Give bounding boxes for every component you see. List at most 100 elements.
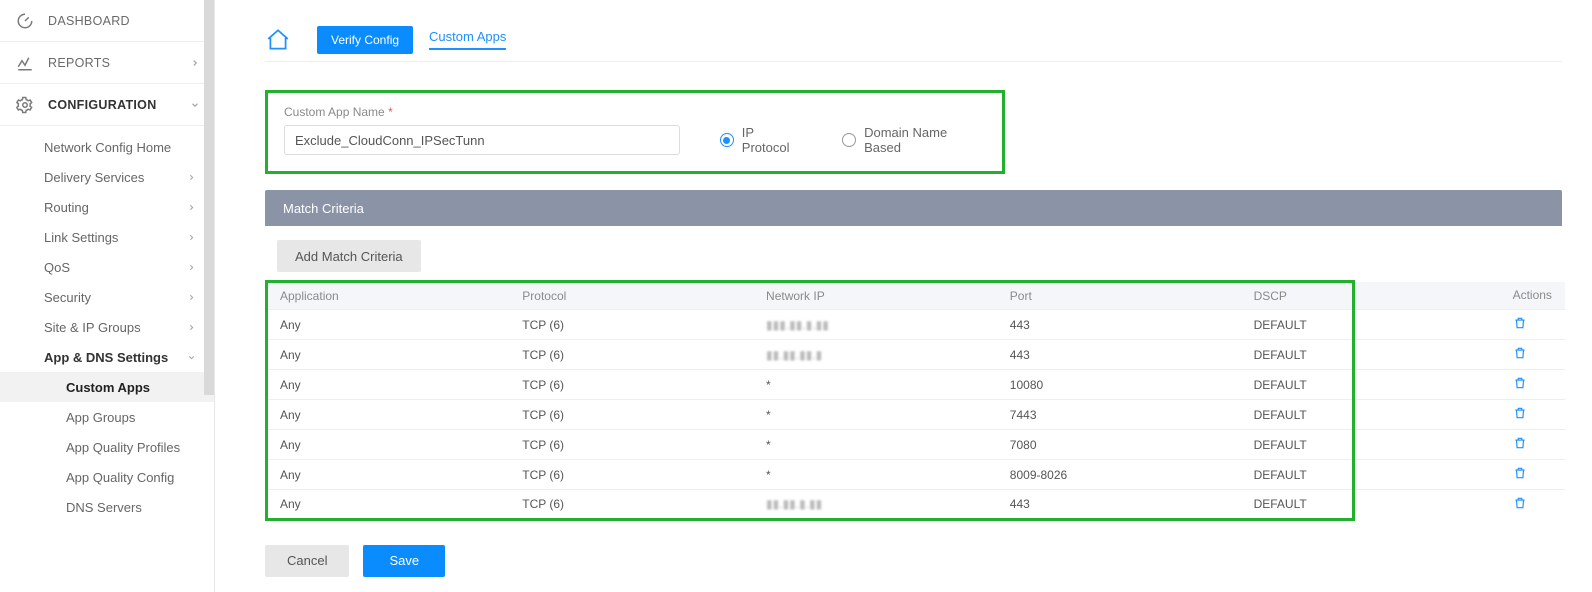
breadcrumb-custom-apps[interactable]: Custom Apps [429, 29, 506, 50]
sidebar-leaf-app-quality-profiles[interactable]: App Quality Profiles [0, 432, 214, 462]
sidebar-reports-label: REPORTS [48, 56, 110, 70]
home-icon[interactable] [265, 27, 291, 53]
chevron-right-icon [187, 293, 196, 302]
sidebar-item-label: Security [44, 290, 91, 305]
sidebar-leaf-custom-apps[interactable]: Custom Apps [0, 372, 214, 402]
col-application: Application [267, 282, 511, 310]
sidebar-config-subnav: Network Config Home Delivery Services Ro… [0, 126, 214, 522]
sidebar-dashboard-label: DASHBOARD [48, 14, 130, 28]
cell-dscp: DEFAULT [1242, 430, 1354, 460]
radio-domain-name-based-label: Domain Name Based [864, 125, 986, 155]
save-button[interactable]: Save [363, 545, 445, 577]
cell-actions [1501, 430, 1565, 460]
radio-ip-protocol-label: IP Protocol [742, 125, 804, 155]
sidebar-item-security[interactable]: Security [0, 282, 214, 312]
app-type-radio-group: IP Protocol Domain Name Based [720, 125, 986, 155]
trash-icon[interactable] [1513, 349, 1527, 363]
sidebar-item-label: QoS [44, 260, 70, 275]
sidebar-leaf-app-quality-config[interactable]: App Quality Config [0, 462, 214, 492]
col-dscp: DSCP [1242, 282, 1354, 310]
sidebar-item-label: Site & IP Groups [44, 320, 141, 335]
trash-icon[interactable] [1513, 439, 1527, 453]
cell-port: 7443 [998, 400, 1242, 430]
cell-network-ip: ▮▮.▮▮.▮.▮▮ [754, 490, 998, 520]
trash-icon[interactable] [1513, 319, 1527, 333]
chevron-right-icon [187, 203, 196, 212]
radio-ip-protocol[interactable]: IP Protocol [720, 125, 804, 155]
radio-domain-name-based[interactable]: Domain Name Based [842, 125, 986, 155]
col-port: Port [998, 282, 1242, 310]
trash-icon[interactable] [1513, 409, 1527, 423]
cell-application: Any [267, 400, 511, 430]
chart-icon [14, 52, 36, 74]
sidebar: DASHBOARD REPORTS CONFIGURATION Network … [0, 0, 215, 592]
radio-circle-icon [842, 133, 856, 147]
match-criteria-table: Application Protocol Network IP Port DSC… [265, 280, 1565, 521]
cell-application: Any [267, 490, 511, 520]
cell-actions [1501, 400, 1565, 430]
sidebar-leaf-dns-servers[interactable]: DNS Servers [0, 492, 214, 522]
sidebar-scrollbar[interactable] [204, 0, 214, 395]
match-criteria-header: Match Criteria [265, 190, 1562, 226]
sidebar-item-network-config-home[interactable]: Network Config Home [0, 132, 214, 162]
sidebar-item-site-ip-groups[interactable]: Site & IP Groups [0, 312, 214, 342]
sidebar-item-link-settings[interactable]: Link Settings [0, 222, 214, 252]
sidebar-leaf-label: App Quality Profiles [66, 440, 180, 455]
cell-protocol: TCP (6) [510, 310, 754, 340]
sidebar-item-label: Routing [44, 200, 89, 215]
trash-icon[interactable] [1513, 499, 1527, 513]
cell-dscp: DEFAULT [1242, 370, 1354, 400]
cell-port: 7080 [998, 430, 1242, 460]
col-actions: Actions [1501, 282, 1565, 310]
sidebar-item-label: App & DNS Settings [44, 350, 168, 365]
sidebar-reports[interactable]: REPORTS [0, 42, 214, 84]
sidebar-leaf-label: Custom Apps [66, 380, 150, 395]
cell-port: 443 [998, 310, 1242, 340]
trash-icon[interactable] [1513, 469, 1527, 483]
verify-config-button[interactable]: Verify Config [317, 26, 413, 54]
sidebar-item-routing[interactable]: Routing [0, 192, 214, 222]
cell-network-ip: * [754, 400, 998, 430]
cell-actions [1501, 490, 1565, 520]
cell-application: Any [267, 370, 511, 400]
table-row: AnyTCP (6)▮▮▮.▮▮.▮.▮▮443DEFAULT [267, 310, 1566, 340]
cell-dscp: DEFAULT [1242, 310, 1354, 340]
chevron-down-icon [190, 100, 200, 110]
cell-dscp: DEFAULT [1242, 490, 1354, 520]
sidebar-item-delivery-services[interactable]: Delivery Services [0, 162, 214, 192]
cell-application: Any [267, 460, 511, 490]
gear-icon [14, 94, 36, 116]
add-match-criteria-button[interactable]: Add Match Criteria [277, 240, 421, 272]
col-protocol: Protocol [510, 282, 754, 310]
cell-network-ip: * [754, 370, 998, 400]
chevron-down-icon [187, 353, 196, 362]
custom-app-name-input[interactable] [284, 125, 680, 155]
cell-protocol: TCP (6) [510, 340, 754, 370]
cell-spacer [1353, 460, 1500, 490]
cell-network-ip: * [754, 430, 998, 460]
sidebar-dashboard[interactable]: DASHBOARD [0, 0, 214, 42]
sidebar-leaf-label: App Groups [66, 410, 135, 425]
sidebar-item-app-dns-settings[interactable]: App & DNS Settings [0, 342, 214, 372]
trash-icon[interactable] [1513, 379, 1527, 393]
cell-port: 8009-8026 [998, 460, 1242, 490]
sidebar-item-label: Link Settings [44, 230, 118, 245]
sidebar-configuration[interactable]: CONFIGURATION [0, 84, 214, 126]
cell-port: 443 [998, 340, 1242, 370]
sidebar-configuration-label: CONFIGURATION [48, 98, 157, 112]
cell-protocol: TCP (6) [510, 430, 754, 460]
cancel-button[interactable]: Cancel [265, 545, 349, 577]
table-row: AnyTCP (6)*8009-8026DEFAULT [267, 460, 1566, 490]
custom-app-name-label: Custom App Name * [284, 105, 986, 119]
cell-dscp: DEFAULT [1242, 340, 1354, 370]
cell-dscp: DEFAULT [1242, 400, 1354, 430]
topbar: Verify Config Custom Apps [265, 18, 1562, 62]
sidebar-leaf-app-groups[interactable]: App Groups [0, 402, 214, 432]
cell-dscp: DEFAULT [1242, 460, 1354, 490]
sidebar-leaf-label: App Quality Config [66, 470, 174, 485]
table-row: AnyTCP (6)*7443DEFAULT [267, 400, 1566, 430]
sidebar-item-qos[interactable]: QoS [0, 252, 214, 282]
cell-actions [1501, 310, 1565, 340]
chevron-right-icon [187, 263, 196, 272]
cell-protocol: TCP (6) [510, 400, 754, 430]
